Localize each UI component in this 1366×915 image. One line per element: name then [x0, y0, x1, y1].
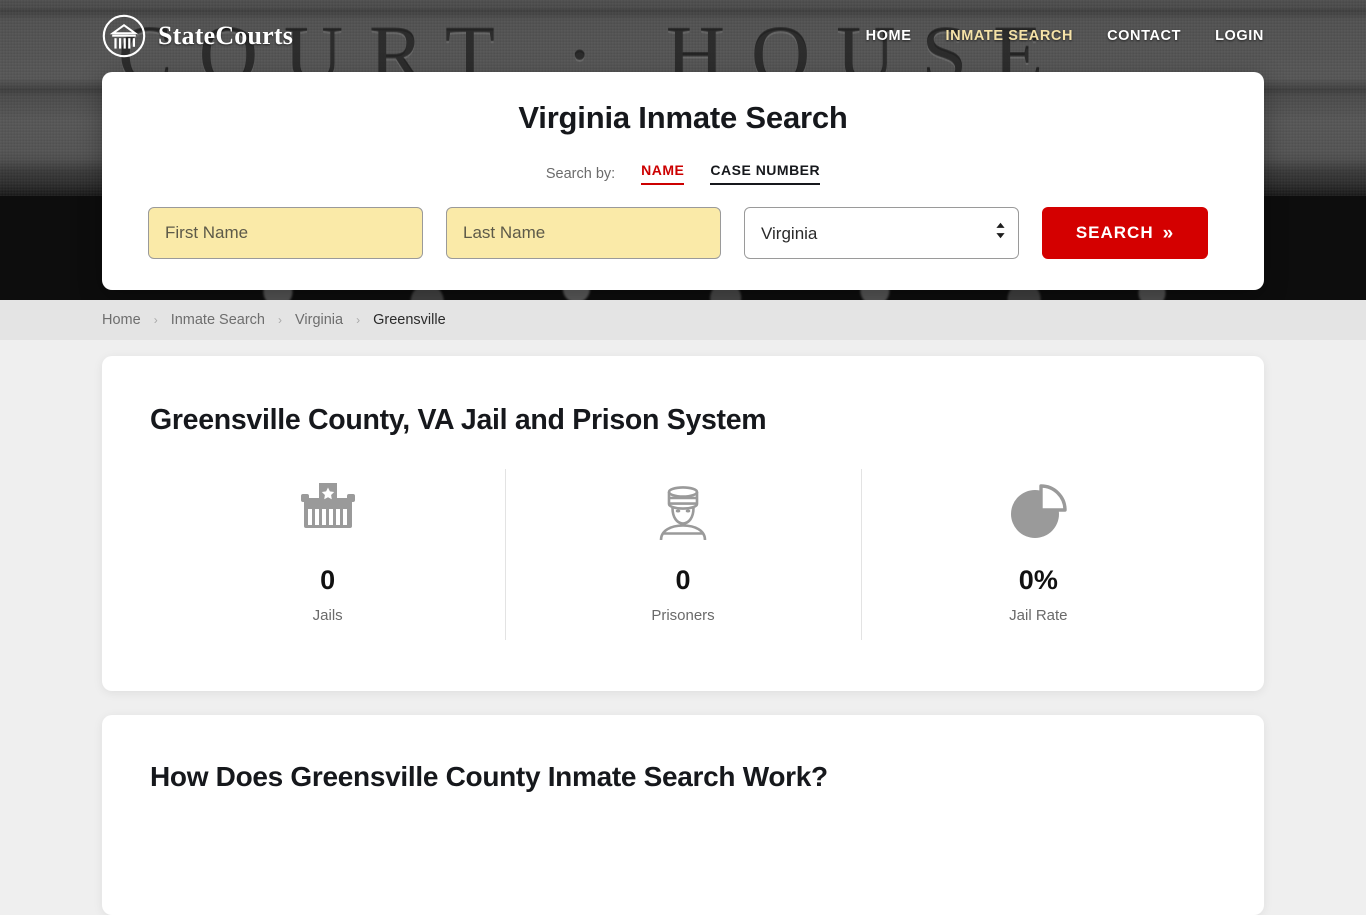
stat-prisoners-value: 0: [675, 565, 691, 595]
search-card-title: Virginia Inmate Search: [518, 100, 848, 135]
double-chevron-right-icon: »: [1162, 222, 1175, 244]
stat-prisoners-label: Prisoners: [651, 607, 715, 624]
nav-item-home[interactable]: HOME: [866, 28, 912, 44]
tab-search-by-case-number[interactable]: CASE NUMBER: [710, 162, 821, 185]
stat-prisoners: 0 Prisoners: [505, 469, 860, 640]
brand-logo-link[interactable]: StateCourts: [102, 14, 293, 58]
jail-prison-system-panel: Greensville County, VA Jail and Prison S…: [102, 356, 1264, 691]
statistics-row: 0 Jails 0 Prisoners 0% Jail Rate: [150, 469, 1216, 640]
stat-jails: 0 Jails: [150, 469, 505, 640]
inmate-search-card: Virginia Inmate Search Search by: NAME C…: [102, 72, 1264, 290]
chevron-right-icon-2: ›: [278, 313, 282, 327]
tab-search-by-name[interactable]: NAME: [641, 162, 685, 185]
search-button-label: SEARCH: [1075, 223, 1154, 242]
chevron-right-icon-1: ›: [153, 313, 158, 327]
breadcrumb-item-home[interactable]: Home: [102, 312, 141, 328]
nav-item-inmate-search[interactable]: INMATE SEARCH: [946, 28, 1074, 44]
brand-name-text: StateCourts: [158, 21, 294, 50]
stat-jail-rate: 0% Jail Rate: [860, 469, 1216, 640]
breadcrumb-item-greensville: Greensville: [373, 312, 446, 328]
stat-jail-rate-value: 0%: [1018, 565, 1058, 595]
state-select[interactable]: Virginia: [744, 207, 1019, 259]
main-nav: HOME INMATE SEARCH CONTACT LOGIN: [866, 28, 1264, 44]
courthouse-circle-icon: [102, 14, 146, 58]
stat-jails-value: 0: [320, 565, 336, 595]
search-form: Virginia SEARCH »: [148, 207, 1218, 259]
first-name-input[interactable]: [148, 207, 423, 259]
main-content: Greensville County, VA Jail and Prison S…: [0, 340, 1366, 915]
breadcrumb-item-virginia[interactable]: Virginia: [295, 312, 343, 328]
chevron-right-icon-3: ›: [356, 313, 361, 327]
breadcrumb: Home › Inmate Search › Virginia › Greens…: [102, 312, 446, 328]
jail-building-icon: [150, 479, 505, 545]
breadcrumb-bar: Home › Inmate Search › Virginia › Greens…: [0, 300, 1366, 340]
how-does-search-work-panel: How Does Greensville County Inmate Searc…: [102, 715, 1264, 915]
stat-jails-label: Jails: [312, 607, 343, 624]
last-name-input[interactable]: [446, 207, 721, 259]
breadcrumb-item-inmate-search[interactable]: Inmate Search: [171, 312, 265, 328]
nav-item-login[interactable]: LOGIN: [1215, 28, 1264, 44]
state-select-wrapper: Virginia: [744, 207, 1019, 259]
search-submit-button[interactable]: SEARCH »: [1042, 207, 1208, 259]
nav-item-contact[interactable]: CONTACT: [1107, 28, 1181, 44]
search-by-label: Search by:: [545, 166, 616, 182]
how-does-search-work-title: How Does Greensville County Inmate Searc…: [150, 761, 828, 792]
stat-jail-rate-label: Jail Rate: [1009, 607, 1068, 624]
hero-header: COURT · HOUSE StateCourts HOME INMATE SE…: [0, 0, 1366, 300]
page-title: Greensville County, VA Jail and Prison S…: [150, 404, 767, 436]
pie-chart-icon: [861, 479, 1216, 545]
search-by-tabs: Search by: NAME CASE NUMBER: [148, 157, 1218, 185]
top-navigation-bar: StateCourts HOME INMATE SEARCH CONTACT L…: [0, 0, 1366, 72]
prisoner-icon: [505, 479, 860, 545]
